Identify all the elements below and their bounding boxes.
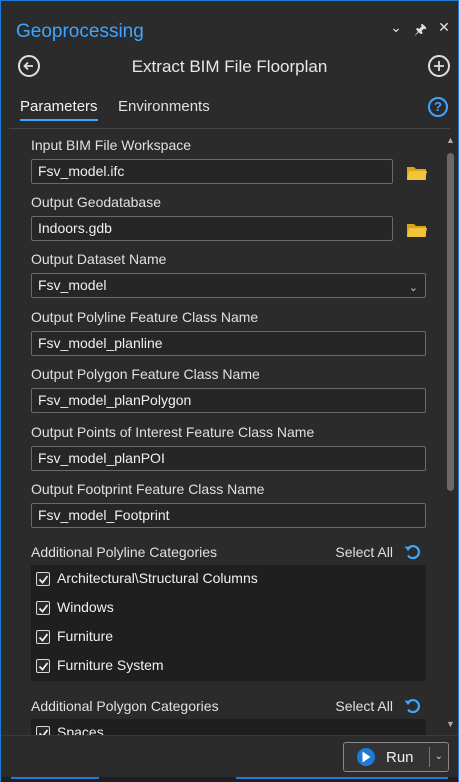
tool-title: Extract BIM File Floorplan bbox=[131, 57, 328, 76]
param-input-bim-workspace: Input BIM File Workspace Fsv_model.ifc bbox=[31, 137, 428, 184]
folder-icon[interactable] bbox=[406, 164, 428, 182]
param-polygon-class-name: Output Polygon Feature Class Name Fsv_mo… bbox=[31, 366, 426, 413]
param-label: Output Points of Interest Feature Class … bbox=[31, 424, 315, 440]
scroll-down-icon[interactable]: ▼ bbox=[446, 719, 455, 729]
reset-icon[interactable] bbox=[403, 696, 423, 716]
param-poi-class-name: Output Points of Interest Feature Class … bbox=[31, 424, 426, 471]
checkbox[interactable] bbox=[36, 726, 50, 735]
pane-title: Geoprocessing bbox=[16, 21, 144, 42]
param-label: Input BIM File Workspace bbox=[31, 137, 192, 153]
tab-environments[interactable]: Environments bbox=[118, 98, 210, 115]
scroll-up-icon[interactable]: ▲ bbox=[446, 135, 455, 145]
list-item-label: Furniture bbox=[57, 628, 114, 644]
polyline-categories-label: Additional Polyline Categories bbox=[31, 544, 217, 560]
checkbox[interactable] bbox=[36, 601, 50, 615]
list-item[interactable]: Architectural\Structural Columns bbox=[31, 565, 426, 594]
polyline-categories-list: Architectural\Structural Columns Windows… bbox=[31, 565, 426, 681]
bim-workspace-input[interactable]: Fsv_model.ifc bbox=[31, 159, 393, 184]
param-polyline-class-name: Output Polyline Feature Class Name Fsv_m… bbox=[31, 309, 426, 356]
checkbox[interactable] bbox=[36, 630, 50, 644]
param-label: Output Geodatabase bbox=[31, 194, 161, 210]
poi-class-name-input[interactable]: Fsv_model_planPOI bbox=[31, 446, 426, 471]
param-label: Output Polyline Feature Class Name bbox=[31, 309, 259, 325]
param-output-dataset-name: Output Dataset Name Fsv_model ⌄ bbox=[31, 251, 426, 298]
close-icon[interactable]: ✕ bbox=[438, 19, 450, 43]
polyline-select-all-button[interactable]: Select All bbox=[335, 544, 393, 560]
list-item[interactable]: Spaces bbox=[31, 719, 426, 735]
checkbox[interactable] bbox=[36, 572, 50, 586]
window-controls: ⌄ 🖈︎ ✕ bbox=[390, 19, 450, 43]
add-button[interactable] bbox=[428, 55, 450, 77]
pin-icon[interactable]: 🖈︎ bbox=[414, 19, 427, 43]
output-dataset-dropdown[interactable]: Fsv_model bbox=[31, 273, 426, 298]
param-label: Output Polygon Feature Class Name bbox=[31, 366, 260, 382]
geoprocessing-pane: Geoprocessing ⌄ 🖈︎ ✕ Extract BIM File Fl… bbox=[0, 0, 459, 782]
list-item-label: Spaces bbox=[57, 724, 104, 735]
footer: Run ⌄ bbox=[1, 735, 458, 782]
play-icon bbox=[357, 748, 375, 766]
chevron-down-icon[interactable]: ⌄ bbox=[435, 751, 443, 762]
polyline-class-name-input[interactable]: Fsv_model_planline bbox=[31, 331, 426, 356]
reset-icon[interactable] bbox=[403, 542, 423, 562]
pane-title-bar: Geoprocessing ⌄ 🖈︎ ✕ bbox=[1, 1, 458, 45]
folder-icon[interactable] bbox=[406, 221, 428, 239]
param-footprint-class-name: Output Footprint Feature Class Name Fsv_… bbox=[31, 481, 426, 528]
run-button[interactable]: Run ⌄ bbox=[343, 742, 449, 772]
plus-icon bbox=[434, 61, 444, 71]
polygon-select-all-button[interactable]: Select All bbox=[335, 698, 393, 714]
param-label: Output Dataset Name bbox=[31, 251, 167, 267]
polygon-class-name-input[interactable]: Fsv_model_planPolygon bbox=[31, 388, 426, 413]
param-output-geodatabase: Output Geodatabase Indoors.gdb bbox=[31, 194, 428, 241]
tab-parameters[interactable]: Parameters bbox=[20, 98, 98, 121]
checkmark-icon bbox=[38, 633, 49, 642]
checkmark-icon bbox=[38, 604, 49, 613]
bottom-tab[interactable] bbox=[236, 777, 448, 782]
run-separator bbox=[429, 747, 430, 767]
list-item-label: Windows bbox=[57, 599, 114, 615]
checkmark-icon bbox=[38, 729, 49, 735]
footprint-class-name-input[interactable]: Fsv_model_Footprint bbox=[31, 503, 426, 528]
checkmark-icon bbox=[38, 662, 49, 671]
list-item[interactable]: Furniture System bbox=[31, 652, 426, 681]
polyline-categories-header: Additional Polyline Categories Select Al… bbox=[31, 542, 426, 562]
list-item-label: Architectural\Structural Columns bbox=[57, 570, 258, 586]
options-chevron-icon[interactable]: ⌄ bbox=[390, 19, 402, 43]
run-label: Run bbox=[386, 749, 414, 766]
polygon-categories-label: Additional Polygon Categories bbox=[31, 698, 219, 714]
help-icon[interactable]: ? bbox=[428, 97, 448, 117]
tabs: Parameters Environments ? bbox=[1, 91, 458, 127]
tool-header: Extract BIM File Floorplan bbox=[1, 49, 458, 83]
polygon-categories-header: Additional Polygon Categories Select All bbox=[31, 696, 426, 716]
parameters-panel: Input BIM File Workspace Fsv_model.ifc O… bbox=[9, 129, 458, 735]
scrollbar[interactable]: ▲ ▼ bbox=[444, 129, 456, 735]
list-item[interactable]: Windows bbox=[31, 594, 426, 623]
list-item[interactable]: Furniture bbox=[31, 623, 426, 652]
chevron-down-icon[interactable]: ⌄ bbox=[409, 281, 418, 294]
checkmark-icon bbox=[38, 575, 49, 584]
checkbox[interactable] bbox=[36, 659, 50, 673]
output-geodatabase-input[interactable]: Indoors.gdb bbox=[31, 216, 393, 241]
bottom-tab[interactable] bbox=[11, 777, 99, 782]
list-item-label: Furniture System bbox=[57, 657, 164, 673]
scroll-thumb[interactable] bbox=[447, 153, 454, 491]
param-label: Output Footprint Feature Class Name bbox=[31, 481, 265, 497]
polygon-categories-list: Spaces bbox=[31, 719, 426, 735]
